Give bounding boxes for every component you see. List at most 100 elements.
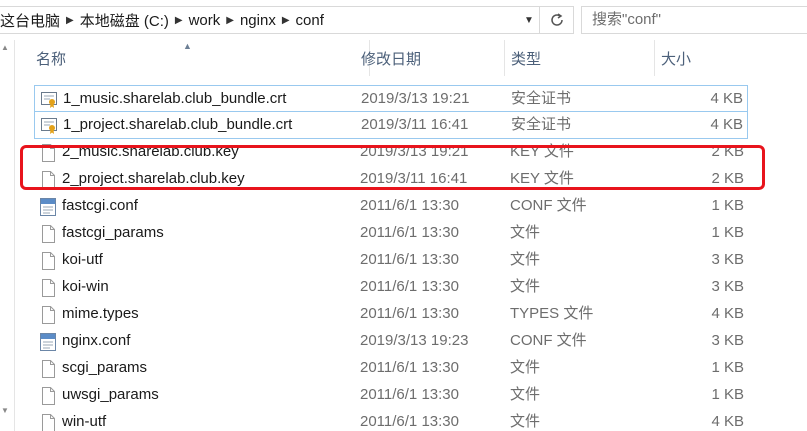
column-type[interactable]: 类型 (505, 40, 655, 76)
file-row[interactable]: 2_project.sharelab.club.key 2019/3/11 16:… (34, 166, 748, 193)
file-name: koi-utf (62, 251, 103, 268)
certificate-icon (41, 117, 57, 135)
file-type: KEY 文件 (510, 170, 574, 187)
file-size: 2 KB (711, 170, 744, 187)
file-date-modified: 2019/3/13 19:21 (360, 143, 469, 160)
file-icon (40, 306, 56, 324)
file-name: koi-win (62, 278, 109, 295)
file-name: fastcgi_params (62, 224, 164, 241)
conf-file-icon (40, 333, 56, 351)
chevron-right-icon[interactable]: ▶ (173, 15, 189, 26)
breadcrumb[interactable]: 这台电脑 ▶ 本地磁盘 (C:) ▶ work ▶ nginx ▶ conf (0, 6, 540, 34)
file-row[interactable]: nginx.conf 2019/3/13 19:23 CONF 文件 3 KB (34, 328, 748, 355)
file-name: 2_project.sharelab.club.key (62, 170, 245, 187)
file-type: 文件 (510, 413, 541, 430)
file-icon (40, 252, 56, 270)
file-size: 4 KB (711, 305, 744, 322)
chevron-down-icon[interactable]: ▼ (518, 6, 540, 34)
file-name: uwsgi_params (62, 386, 159, 403)
file-type: 文件 (510, 251, 541, 268)
breadcrumb-conf[interactable]: conf (296, 12, 328, 29)
file-row[interactable]: mime.types 2011/6/1 13:30 TYPES 文件 4 KB (34, 301, 748, 328)
chevron-right-icon[interactable]: ▶ (280, 15, 296, 26)
file-date-modified: 2019/3/11 16:41 (360, 170, 468, 187)
scroll-down-icon[interactable]: ▼ (0, 405, 10, 417)
file-type: KEY 文件 (510, 143, 574, 160)
breadcrumb-work[interactable]: work (189, 12, 225, 29)
file-row[interactable]: uwsgi_params 2011/6/1 13:30 文件 1 KB (34, 382, 748, 409)
file-size: 4 KB (710, 116, 743, 133)
nav-scrollbar[interactable]: ▲ ▼ (0, 40, 10, 431)
conf-file-icon (40, 198, 56, 216)
certificate-icon (41, 91, 57, 109)
file-row[interactable]: win-utf 2011/6/1 13:30 文件 4 KB (34, 409, 748, 431)
file-date-modified: 2011/6/1 13:30 (360, 197, 459, 214)
file-name: win-utf (62, 413, 107, 430)
file-name: nginx.conf (62, 332, 131, 349)
breadcrumb-this-pc[interactable]: 这台电脑 (0, 10, 64, 31)
file-date-modified: 2019/3/11 16:41 (361, 116, 469, 133)
breadcrumb-local-disk[interactable]: 本地磁盘 (C:) (80, 10, 173, 31)
column-date-modified[interactable]: 修改日期 (355, 40, 505, 76)
file-type: 安全证书 (511, 90, 572, 107)
file-icon (40, 360, 56, 378)
column-name[interactable]: 名称 (30, 40, 370, 76)
file-row[interactable]: scgi_params 2011/6/1 13:30 文件 1 KB (34, 355, 748, 382)
file-type: 文件 (510, 386, 541, 403)
file-icon (40, 279, 56, 297)
file-size: 3 KB (711, 278, 744, 295)
file-type: 文件 (510, 278, 541, 295)
file-row[interactable]: koi-win 2011/6/1 13:30 文件 3 KB (34, 274, 748, 301)
refresh-button[interactable] (540, 6, 574, 34)
file-size: 4 KB (710, 90, 743, 107)
file-name: 1_music.sharelab.club_bundle.crt (63, 90, 287, 107)
file-icon (40, 144, 56, 162)
file-row[interactable]: 1_music.sharelab.club_bundle.crt 2019/3/1… (34, 85, 748, 112)
file-type: 安全证书 (511, 116, 572, 133)
file-list[interactable]: 1_music.sharelab.club_bundle.crt 2019/3/1… (15, 85, 807, 431)
file-size: 1 KB (711, 197, 744, 214)
file-row[interactable]: 2_music.sharelab.club.key 2019/3/13 19:21… (34, 139, 748, 166)
file-row[interactable]: koi-utf 2011/6/1 13:30 文件 3 KB (34, 247, 748, 274)
file-type: CONF 文件 (510, 197, 587, 214)
file-size: 3 KB (711, 251, 744, 268)
file-size: 1 KB (711, 359, 744, 376)
navigation-pane[interactable]: ▲ ▼ (0, 40, 15, 431)
file-row[interactable]: fastcgi_params 2011/6/1 13:30 文件 1 KB (34, 220, 748, 247)
file-name: scgi_params (62, 359, 148, 376)
file-icon (40, 225, 56, 243)
file-type: 文件 (510, 359, 541, 376)
breadcrumb-nginx[interactable]: nginx (240, 12, 280, 29)
chevron-right-icon[interactable]: ▶ (224, 15, 240, 26)
file-date-modified: 2011/6/1 13:30 (360, 224, 459, 241)
column-size[interactable]: 大小 (655, 40, 807, 76)
file-date-modified: 2011/6/1 13:30 (360, 386, 459, 403)
file-size: 4 KB (711, 413, 744, 430)
chevron-right-icon[interactable]: ▶ (64, 15, 80, 26)
file-icon (40, 414, 56, 431)
file-date-modified: 2011/6/1 13:30 (360, 251, 459, 268)
file-name: mime.types (62, 305, 139, 322)
file-name: 2_music.sharelab.club.key (62, 143, 239, 160)
file-type: TYPES 文件 (510, 305, 594, 322)
file-type: 文件 (510, 224, 541, 241)
file-size: 2 KB (711, 143, 744, 160)
file-row[interactable]: fastcgi.conf 2011/6/1 13:30 CONF 文件 1 KB (34, 193, 748, 220)
file-date-modified: 2019/3/13 19:23 (360, 332, 469, 349)
file-size: 1 KB (711, 386, 744, 403)
file-row[interactable]: 1_project.sharelab.club_bundle.crt 2019/3… (34, 112, 748, 139)
file-date-modified: 2019/3/13 19:21 (361, 90, 470, 107)
file-name: fastcgi.conf (62, 197, 138, 214)
file-date-modified: 2011/6/1 13:30 (360, 305, 459, 322)
file-size: 1 KB (711, 224, 744, 241)
file-size: 3 KB (711, 332, 744, 349)
address-bar: 这台电脑 ▶ 本地磁盘 (C:) ▶ work ▶ nginx ▶ conf ▼… (0, 0, 807, 40)
search-input[interactable]: 搜索"conf" (581, 6, 807, 34)
file-icon (40, 171, 56, 189)
file-date-modified: 2011/6/1 13:30 (360, 278, 459, 295)
scroll-up-icon[interactable]: ▲ (0, 42, 10, 54)
file-date-modified: 2011/6/1 13:30 (360, 359, 459, 376)
file-name: 1_project.sharelab.club_bundle.crt (63, 116, 293, 133)
file-date-modified: 2011/6/1 13:30 (360, 413, 459, 430)
column-header: ▲ 名称 修改日期 类型 大小 (15, 40, 807, 76)
